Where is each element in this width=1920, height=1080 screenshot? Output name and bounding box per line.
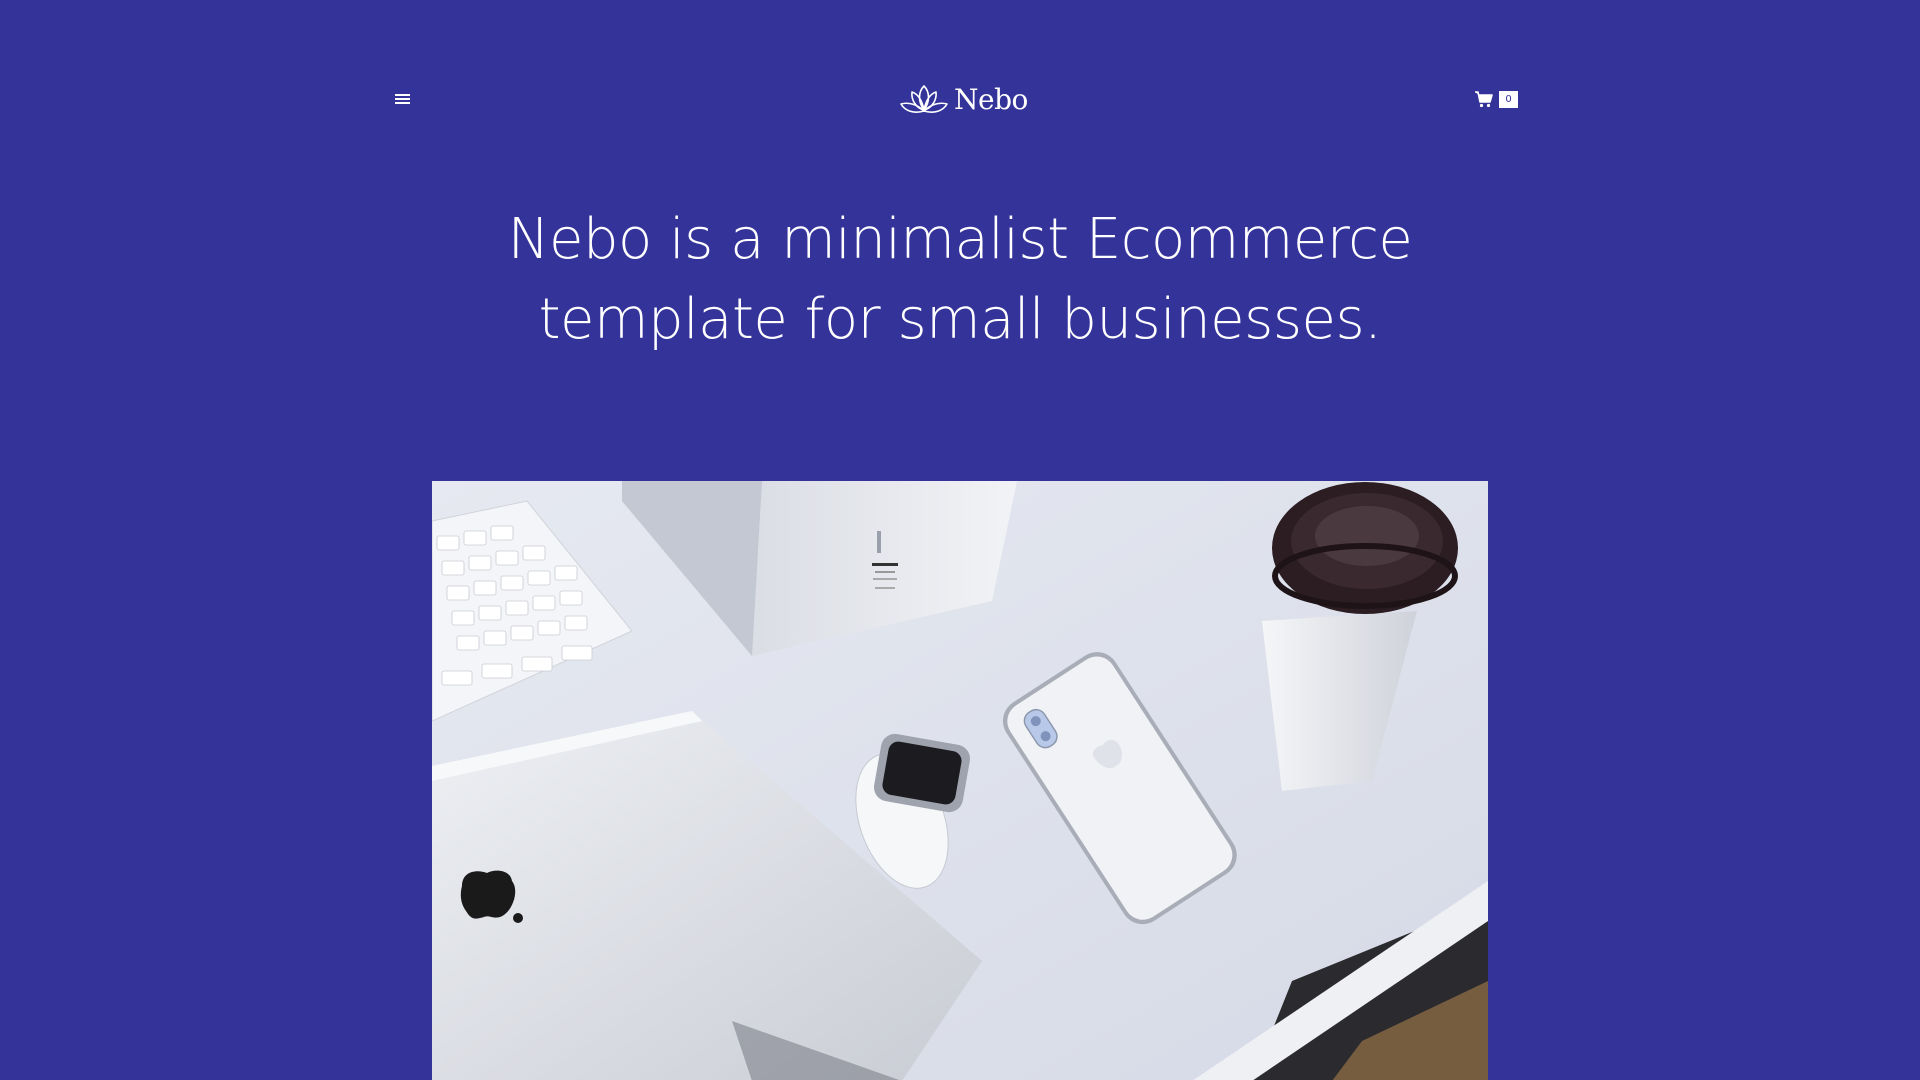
hero-title: Nebo is a minimalist Ecommerce template … (480, 200, 1440, 360)
hero-image (432, 481, 1488, 1080)
logo-text: Nebo (954, 82, 1028, 116)
site-header: Nebo 0 (0, 0, 1920, 200)
hamburger-menu-icon[interactable] (393, 92, 413, 108)
hero-title-line-2: template for small businesses. (538, 287, 1382, 352)
site-logo[interactable]: Nebo (898, 80, 1028, 118)
shopping-cart-icon (1475, 91, 1493, 108)
cart-button[interactable]: 0 (1474, 90, 1518, 108)
page: Nebo 0 Nebo is a minimalist Ecommerce te… (0, 0, 1920, 1080)
cart-count-badge: 0 (1499, 90, 1518, 108)
hero-title-line-1: Nebo is a minimalist Ecommerce (507, 207, 1413, 272)
lotus-logo-icon (900, 85, 948, 113)
